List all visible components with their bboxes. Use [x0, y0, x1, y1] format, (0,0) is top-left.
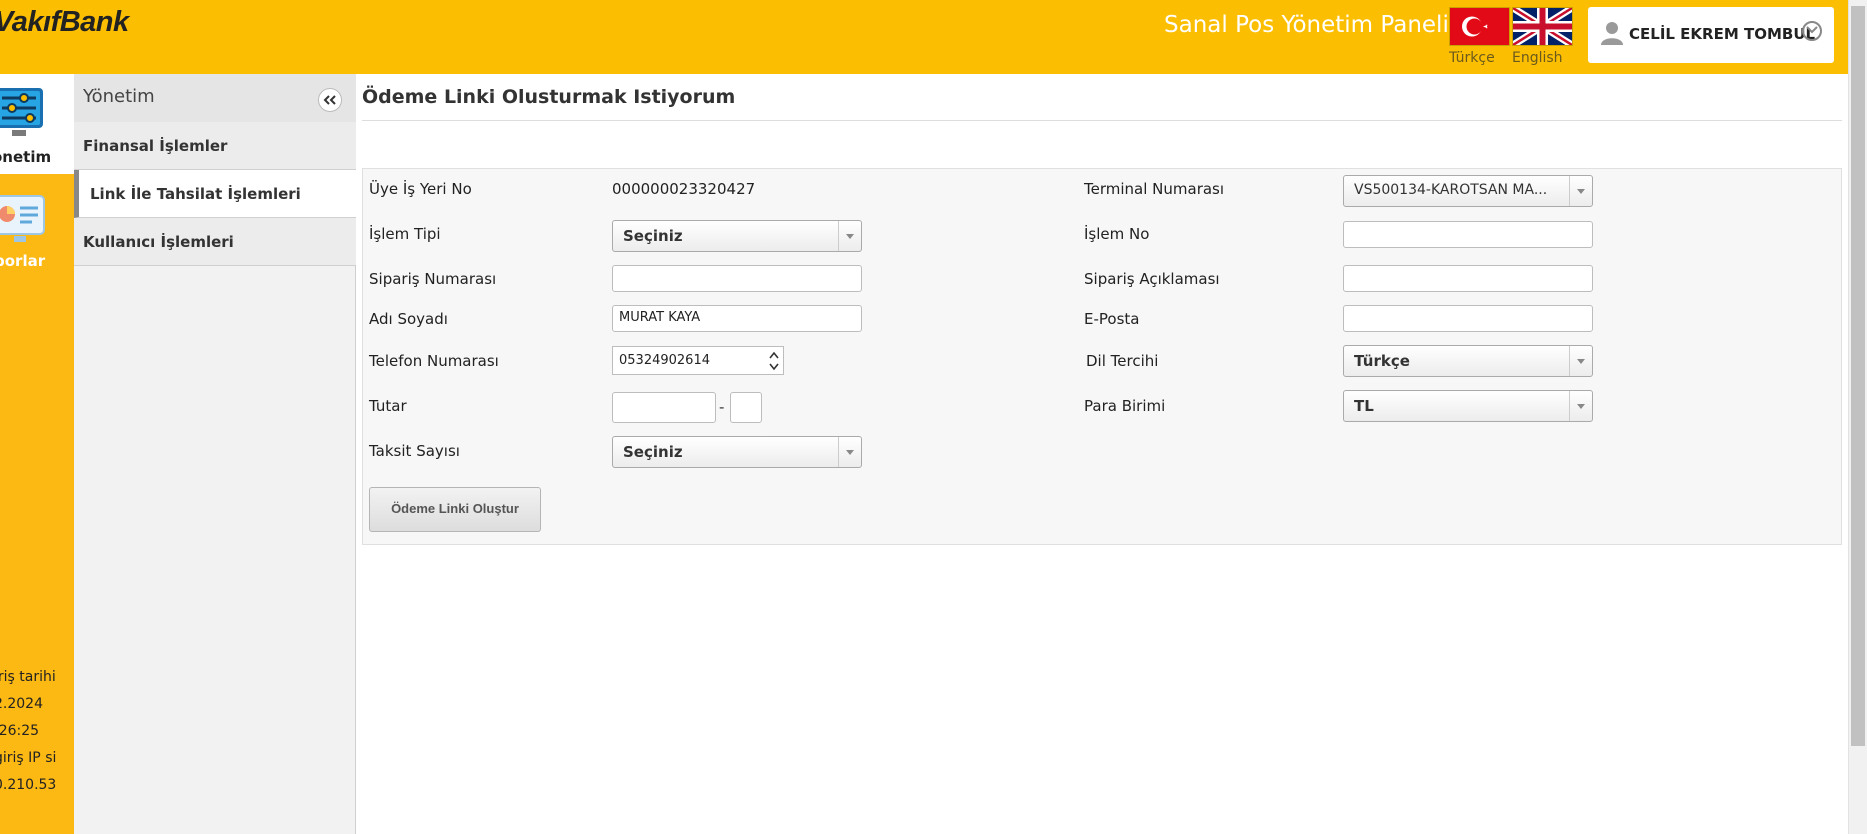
last-login-line: giriş IP si	[0, 750, 57, 766]
last-login-line: :26:25	[0, 723, 40, 739]
subnav-header: Yönetim	[74, 74, 356, 122]
reports-icon[interactable]	[0, 194, 48, 250]
islem-no-input[interactable]	[1343, 221, 1593, 248]
tutar-main-input[interactable]	[612, 392, 716, 423]
eposta-label: E-Posta	[1084, 310, 1140, 328]
siparis-aciklamasi-input[interactable]	[1343, 265, 1593, 292]
scrollbar-thumb[interactable]	[1851, 6, 1865, 746]
user-avatar-icon	[1601, 21, 1623, 49]
islem-tipi-label: İşlem Tipi	[369, 225, 441, 243]
rail-item-yonetim-label: önetim	[0, 148, 52, 166]
dil-tercihi-select-value: Türkçe	[1354, 352, 1410, 370]
taksit-sayisi-select-value: Seçiniz	[623, 443, 683, 461]
turkish-flag-icon[interactable]	[1449, 7, 1510, 46]
taksit-sayisi-label: Taksit Sayısı	[369, 442, 460, 460]
islem-tipi-select[interactable]: Seçiniz	[612, 220, 862, 252]
terminal-select[interactable]: VS500134-KAROTSAN MA...	[1343, 175, 1593, 207]
adi-soyadi-label: Adı Soyadı	[369, 310, 448, 328]
terminal-select-value: VS500134-KAROTSAN MA...	[1354, 182, 1548, 198]
nav-item-finansal-islemler[interactable]: Finansal İşlemler	[74, 122, 356, 170]
dropdown-arrow-icon	[838, 221, 861, 251]
adi-soyadi-input[interactable]: MURAT KAYA	[612, 305, 862, 332]
settings-sliders-icon	[0, 86, 46, 144]
vakifbank-logo[interactable]: VakıfBank	[0, 6, 129, 39]
create-payment-link-button-label: Ödeme Linki Oluştur	[391, 501, 519, 516]
chevron-down-icon[interactable]	[1802, 21, 1822, 41]
last-login-line: 0.210.53	[0, 777, 57, 793]
dropdown-arrow-icon	[1569, 176, 1592, 206]
para-birimi-select-value: TL	[1354, 397, 1374, 415]
uk-flag-icon[interactable]	[1512, 7, 1573, 46]
last-login-line: iriş tarihi	[0, 669, 56, 685]
uye-is-yeri-no-label: Üye İş Yeri No	[369, 180, 472, 198]
secondary-nav: Yönetim Finansal İşlemler Link İle Tahsi…	[74, 74, 356, 834]
subnav-title: Yönetim	[83, 86, 155, 107]
page-title: Ödeme Linki Olusturmak Istiyorum	[362, 86, 736, 108]
taksit-sayisi-select[interactable]: Seçiniz	[612, 436, 862, 468]
tutar-separator: -	[719, 398, 725, 416]
siparis-numarasi-input[interactable]	[612, 265, 862, 292]
top-header: VakıfBank Sanal Pos Yönetim Paneli Türkç…	[0, 0, 1867, 74]
user-name: CELİL EKREM TOMBUL	[1629, 25, 1816, 43]
last-login-info: iriş tarihi 2.2024 :26:25 giriş IP si 0.…	[0, 664, 56, 799]
nav-item-label: Link İle Tahsilat İşlemleri	[90, 185, 301, 203]
para-birimi-select[interactable]: TL	[1343, 390, 1593, 422]
title-divider	[362, 120, 1842, 121]
dropdown-arrow-icon	[1569, 391, 1592, 421]
dil-tercihi-label: Dil Tercihi	[1086, 352, 1159, 370]
create-payment-link-button[interactable]: Ödeme Linki Oluştur	[369, 487, 541, 532]
dropdown-arrow-icon	[1569, 346, 1592, 376]
islem-no-label: İşlem No	[1084, 225, 1150, 243]
nav-item-link-ile-tahsilat[interactable]: Link İle Tahsilat İşlemleri	[74, 170, 356, 218]
panel-title: Sanal Pos Yönetim Paneli	[1164, 12, 1449, 38]
nav-item-label: Kullanıcı İşlemleri	[83, 233, 234, 251]
last-login-line: 2.2024	[0, 696, 43, 712]
rail-item-raporlar-label[interactable]: porlar	[0, 252, 45, 270]
telefon-numarasi-label: Telefon Numarası	[369, 352, 499, 370]
siparis-numarasi-label: Sipariş Numarası	[369, 270, 497, 288]
collapse-sidebar-button[interactable]	[318, 88, 342, 112]
eposta-input[interactable]	[1343, 305, 1593, 332]
siparis-aciklamasi-label: Sipariş Açıklaması	[1084, 270, 1220, 288]
nav-item-label: Finansal İşlemler	[83, 137, 228, 155]
user-menu[interactable]: CELİL EKREM TOMBUL	[1588, 7, 1834, 63]
left-rail: önetim porlar iriş tarihi 2.2024 :26:25 …	[0, 74, 74, 834]
dropdown-arrow-icon	[838, 437, 861, 467]
tutar-label: Tutar	[369, 397, 407, 415]
terminal-label: Terminal Numarası	[1084, 180, 1225, 198]
para-birimi-label: Para Birimi	[1084, 397, 1166, 415]
uye-is-yeri-no-value: 000000023320427	[612, 180, 756, 198]
spinner-arrows-icon[interactable]	[767, 349, 781, 373]
language-english-link[interactable]: English	[1512, 50, 1563, 66]
rail-item-yonetim[interactable]: önetim	[0, 74, 74, 174]
islem-tipi-select-value: Seçiniz	[623, 227, 683, 245]
language-turkish-link[interactable]: Türkçe	[1449, 50, 1495, 66]
tutar-cents-input[interactable]	[730, 392, 762, 423]
dil-tercihi-select[interactable]: Türkçe	[1343, 345, 1593, 377]
telefon-numarasi-input[interactable]: 05324902614	[612, 346, 784, 375]
telefon-numarasi-value: 05324902614	[619, 353, 710, 368]
nav-item-kullanici-islemleri[interactable]: Kullanıcı İşlemleri	[74, 218, 356, 266]
